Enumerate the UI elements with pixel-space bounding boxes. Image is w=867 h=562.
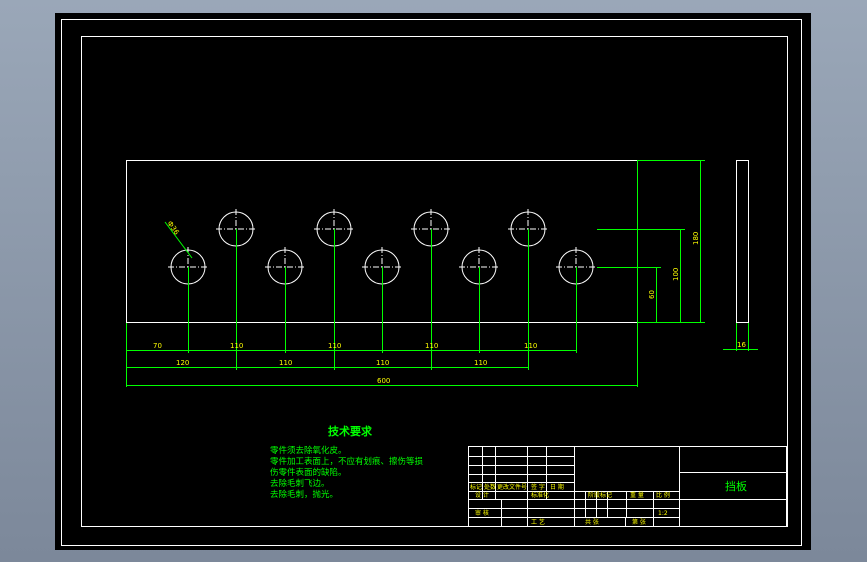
- tb-cell-text: 重 量: [630, 491, 644, 499]
- tb-cell-text: 处数: [484, 483, 496, 491]
- dim-text: 110: [376, 359, 389, 367]
- tb-cell-text: 第 张: [632, 518, 646, 526]
- note-line: 去除毛刺飞边。: [270, 478, 330, 489]
- dim-text: 120: [176, 359, 189, 367]
- dimension-lines: [126, 160, 758, 386]
- dim-text: 110: [474, 359, 487, 367]
- tb-cell-text: 标记: [470, 483, 482, 491]
- dim-text: 70: [153, 342, 162, 350]
- dim-text: 110: [425, 342, 438, 350]
- sheet-inner-border: [81, 36, 788, 527]
- tb-cell-text: 共 张: [585, 518, 599, 526]
- tb-cell-text: 比 例: [656, 491, 670, 499]
- tb-cell-text: 1:2: [658, 510, 668, 517]
- note-line: 伤零件表面的缺陷。: [270, 467, 347, 478]
- note-line: 零件加工表面上，不应有划痕、擦伤等损: [270, 456, 424, 467]
- tb-cell-text: 审 核: [475, 509, 489, 517]
- dim-text: 110: [279, 359, 292, 367]
- cad-viewport[interactable]: 70 110 110 110 110 120 110 110 110 600 1…: [55, 13, 811, 550]
- tb-cell-text: 日 期: [550, 483, 564, 491]
- dim-text: 16: [737, 341, 746, 349]
- dim-text: 110: [524, 342, 537, 350]
- dim-text: 110: [230, 342, 243, 350]
- dim-text: 110: [328, 342, 341, 350]
- notes-title: 技术要求: [328, 424, 373, 438]
- dim-text: 600: [377, 377, 390, 385]
- tb-cell-text: 设 计: [475, 491, 489, 499]
- tb-cell-text: 阶段标记: [588, 491, 612, 499]
- tb-cell-text: 标准化: [531, 491, 549, 499]
- part-name: 挡板: [725, 479, 747, 493]
- tb-cell-text: 更改文件号: [497, 483, 527, 491]
- dim-text-vertical: 60: [648, 290, 656, 299]
- tb-cell-text: 签 字: [531, 483, 545, 491]
- tb-cell-text: 工 艺: [531, 518, 545, 526]
- note-line: 零件须去除氧化皮。: [270, 445, 347, 456]
- dim-text-vertical: 100: [672, 268, 680, 281]
- diameter-label: Ф36: [165, 220, 180, 237]
- title-block: 标记 处数 更改文件号 签 字 日 期 设 计 标准化 审 核 工 艺 阶段标记…: [468, 446, 787, 527]
- extension-lines: [126, 160, 749, 387]
- cad-drawing: 70 110 110 110 110 120 110 110 110 600 1…: [61, 19, 802, 546]
- note-line: 去除毛刺，抛光。: [270, 489, 338, 500]
- plate-side-view: [736, 160, 749, 323]
- dim-text-vertical: 180: [692, 232, 700, 245]
